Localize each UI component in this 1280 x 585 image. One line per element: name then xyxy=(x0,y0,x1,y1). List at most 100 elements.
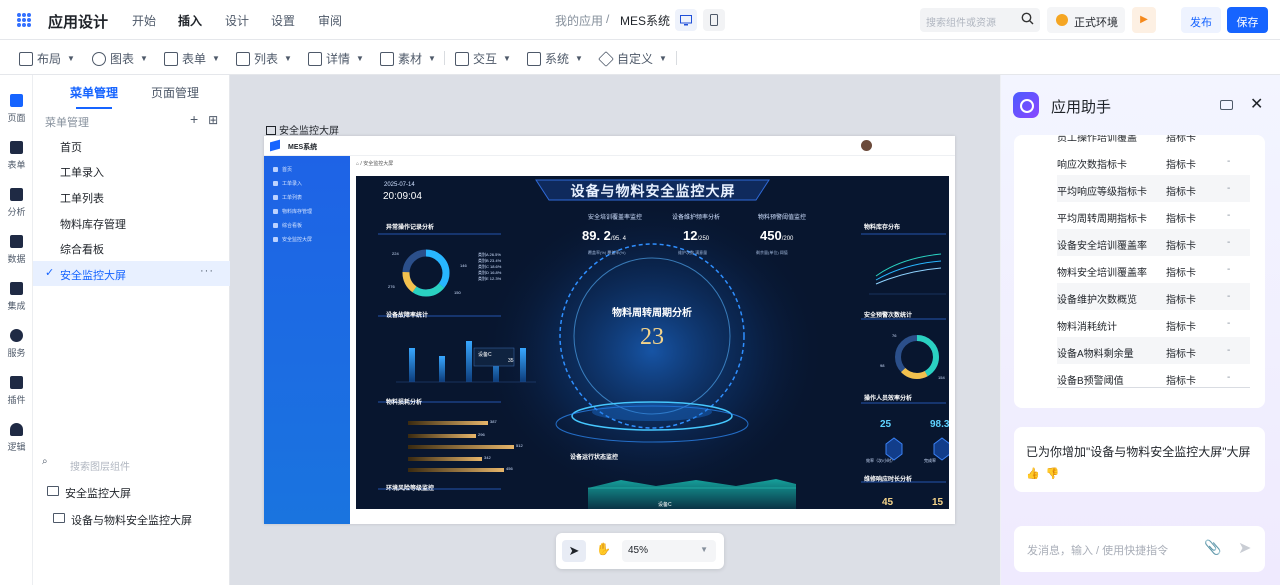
menu-item-work-order-entry[interactable]: 工单录入 xyxy=(33,158,230,183)
menu-item-dashboard[interactable]: 综合看板 xyxy=(33,235,230,260)
table-row: 物料安全培训覆盖率 指标卡 - xyxy=(1057,256,1250,283)
add-icon[interactable]: + xyxy=(190,111,198,127)
hand-tool-icon[interactable]: ✋ xyxy=(596,542,611,556)
efficiency-value: 25 xyxy=(880,419,892,430)
toolbar-system[interactable]: 系统 ▼ xyxy=(527,50,583,67)
rail-plugins-label: 插件 xyxy=(7,395,26,405)
rail-logic-label: 逻辑 xyxy=(7,442,26,452)
page-preview-frame[interactable]: MES系统 首页 工单录入 工单列表 物料库存管理 综合看板 安全监控大屏 ⌂ … xyxy=(264,136,955,524)
app-grid-icon[interactable] xyxy=(17,13,31,27)
layer-page[interactable]: 安全监控大屏 xyxy=(47,485,131,501)
tab-insert[interactable]: 插入 xyxy=(178,12,203,43)
safety-dashboard[interactable]: 2025-07-14 20:09:04 设备与物料安全监控大屏 安全培训覆盖率监… xyxy=(356,176,949,509)
environment-icon xyxy=(1056,14,1068,26)
rail-services[interactable]: 服务 xyxy=(0,329,33,359)
menu-item-label: 工单列表 xyxy=(60,193,104,205)
mobile-preview-icon[interactable] xyxy=(703,9,725,31)
tab-start[interactable]: 开始 xyxy=(132,12,156,29)
add-folder-icon[interactable]: ⊞ xyxy=(208,113,218,127)
row-name: 设备A物料剩余量 xyxy=(1057,349,1134,360)
menu-item-safety-screen[interactable]: ✓ 安全监控大屏 ··· xyxy=(33,261,230,286)
efficiency-label: 效率（次/小时） xyxy=(866,458,896,463)
toolbar-layout[interactable]: 布局 ▼ xyxy=(19,50,75,67)
assistant-title: 应用助手 xyxy=(1051,99,1112,116)
play-icon: ▶ xyxy=(1140,14,1148,25)
efficiency-label: 完成率 xyxy=(924,458,936,463)
row-type: 指标卡 xyxy=(1166,295,1196,306)
donut-label: 276 xyxy=(388,284,395,289)
toolbar-interaction[interactable]: 交互 ▼ xyxy=(455,50,511,67)
preview-breadcrumb: ⌂ / 安全监控大屏 xyxy=(356,160,393,167)
tab-review[interactable]: 审阅 xyxy=(318,12,342,29)
menu-item-label: 综合看板 xyxy=(60,244,104,256)
toolbar-list[interactable]: 列表 ▼ xyxy=(236,50,292,67)
toolbar-detail[interactable]: 详情 ▼ xyxy=(308,50,364,67)
panel-title-abnormal-ops: 异常操作记录分析 xyxy=(386,225,435,231)
breadcrumb-root[interactable]: 我的应用 xyxy=(555,12,603,29)
rail-plugins[interactable]: 插件 xyxy=(0,376,33,406)
chevron-down-icon: ▼ xyxy=(284,54,292,63)
layer-search-placeholder: 搜索图层组件 xyxy=(70,462,130,473)
row-type: 指标卡 xyxy=(1166,349,1196,360)
rail-logic[interactable]: 逻辑 xyxy=(0,423,33,453)
toolbar-assets-label: 素材 xyxy=(398,52,423,66)
toolbar-assets[interactable]: 素材 ▼ xyxy=(380,50,436,67)
rail-data[interactable]: 数据 xyxy=(0,235,33,265)
services-icon xyxy=(10,329,23,342)
panel-title-fault-rate: 设备故障率统计 xyxy=(386,313,429,319)
preview-side-item: 工单列表 xyxy=(272,195,303,201)
search-icon[interactable] xyxy=(1021,12,1034,28)
menu-item-work-order-list[interactable]: 工单列表 xyxy=(33,184,230,209)
attachment-icon[interactable]: 📎 xyxy=(1204,539,1221,556)
rail-analysis-label: 分析 xyxy=(7,207,26,217)
menu-item-home[interactable]: 首页 xyxy=(33,133,230,158)
toolbar-layout-label: 布局 xyxy=(37,52,62,66)
save-button[interactable]: 保存 xyxy=(1227,7,1268,33)
efficiency-value: 98.3 xyxy=(930,419,949,430)
kpi-value: 450 xyxy=(760,228,782,243)
environment-button[interactable]: 正式环境 xyxy=(1047,7,1125,33)
row-name: 设备安全培训覆盖率 xyxy=(1057,241,1147,252)
tab-menu-management[interactable]: 菜单管理 xyxy=(70,84,118,109)
thumbs-down-icon[interactable]: 👎 xyxy=(1046,468,1066,480)
toolbar-divider xyxy=(444,51,445,65)
page-icon xyxy=(266,126,276,135)
toolbar-chart[interactable]: 图表 ▼ xyxy=(92,50,148,67)
run-button[interactable]: ▶ xyxy=(1132,7,1156,33)
rail-forms[interactable]: 表单 xyxy=(0,141,33,171)
menu-item-label: 工单录入 xyxy=(60,167,104,179)
toolbox-icon[interactable] xyxy=(1220,100,1233,110)
zoom-select[interactable]: 45% ▼ xyxy=(622,540,716,562)
chevron-down-icon: ▼ xyxy=(575,54,583,63)
thumbs-up-icon[interactable]: 👍 xyxy=(1026,468,1046,480)
menu-panel: 菜单管理 页面管理 菜单管理 + ⊞ 首页 工单录入 工单列表 物料库存管理 综… xyxy=(33,75,230,585)
publish-button[interactable]: 发布 xyxy=(1181,7,1221,33)
row-value: - xyxy=(1227,237,1231,248)
interaction-icon xyxy=(455,51,469,66)
close-icon[interactable]: ✕ xyxy=(1250,94,1263,114)
rail-pages[interactable]: 页面 xyxy=(0,94,33,124)
chat-input[interactable]: 发消息，输入 / 使用快捷指令 📎 ➤ xyxy=(1014,526,1265,572)
pointer-tool-icon[interactable]: ➤ xyxy=(562,540,586,562)
rail-integration[interactable]: 集成 xyxy=(0,282,33,312)
row-type: 指标卡 xyxy=(1166,376,1196,387)
tab-page-management[interactable]: 页面管理 xyxy=(151,84,199,101)
assistant-message-text: 已为你增加"设备与物料安全监控大屏"大屏 xyxy=(1026,445,1251,459)
layer-screen-component[interactable]: 设备与物料安全监控大屏 xyxy=(53,512,192,528)
send-icon[interactable]: ➤ xyxy=(1238,538,1251,558)
row-value: - xyxy=(1227,372,1231,383)
rail-pages-label: 页面 xyxy=(7,113,26,123)
tab-settings[interactable]: 设置 xyxy=(271,12,295,29)
rail-analysis[interactable]: 分析 xyxy=(0,188,33,218)
menu-item-inventory[interactable]: 物料库存管理 xyxy=(33,210,230,235)
row-type: 指标卡 xyxy=(1166,268,1196,279)
toolbar-form[interactable]: 表单 ▼ xyxy=(164,50,220,67)
toolbar-custom[interactable]: 自定义 ▼ xyxy=(598,50,667,67)
form-icon xyxy=(10,141,23,154)
tab-design[interactable]: 设计 xyxy=(225,12,249,29)
layer-search-input[interactable]: ⌕ 搜索图层组件 xyxy=(33,453,230,475)
more-icon[interactable]: ··· xyxy=(200,265,214,277)
desktop-preview-icon[interactable] xyxy=(675,9,697,31)
preview-sidebar: 首页 工单录入 工单列表 物料库存管理 综合看板 安全监控大屏 xyxy=(264,156,350,524)
row-value: - xyxy=(1227,210,1231,221)
